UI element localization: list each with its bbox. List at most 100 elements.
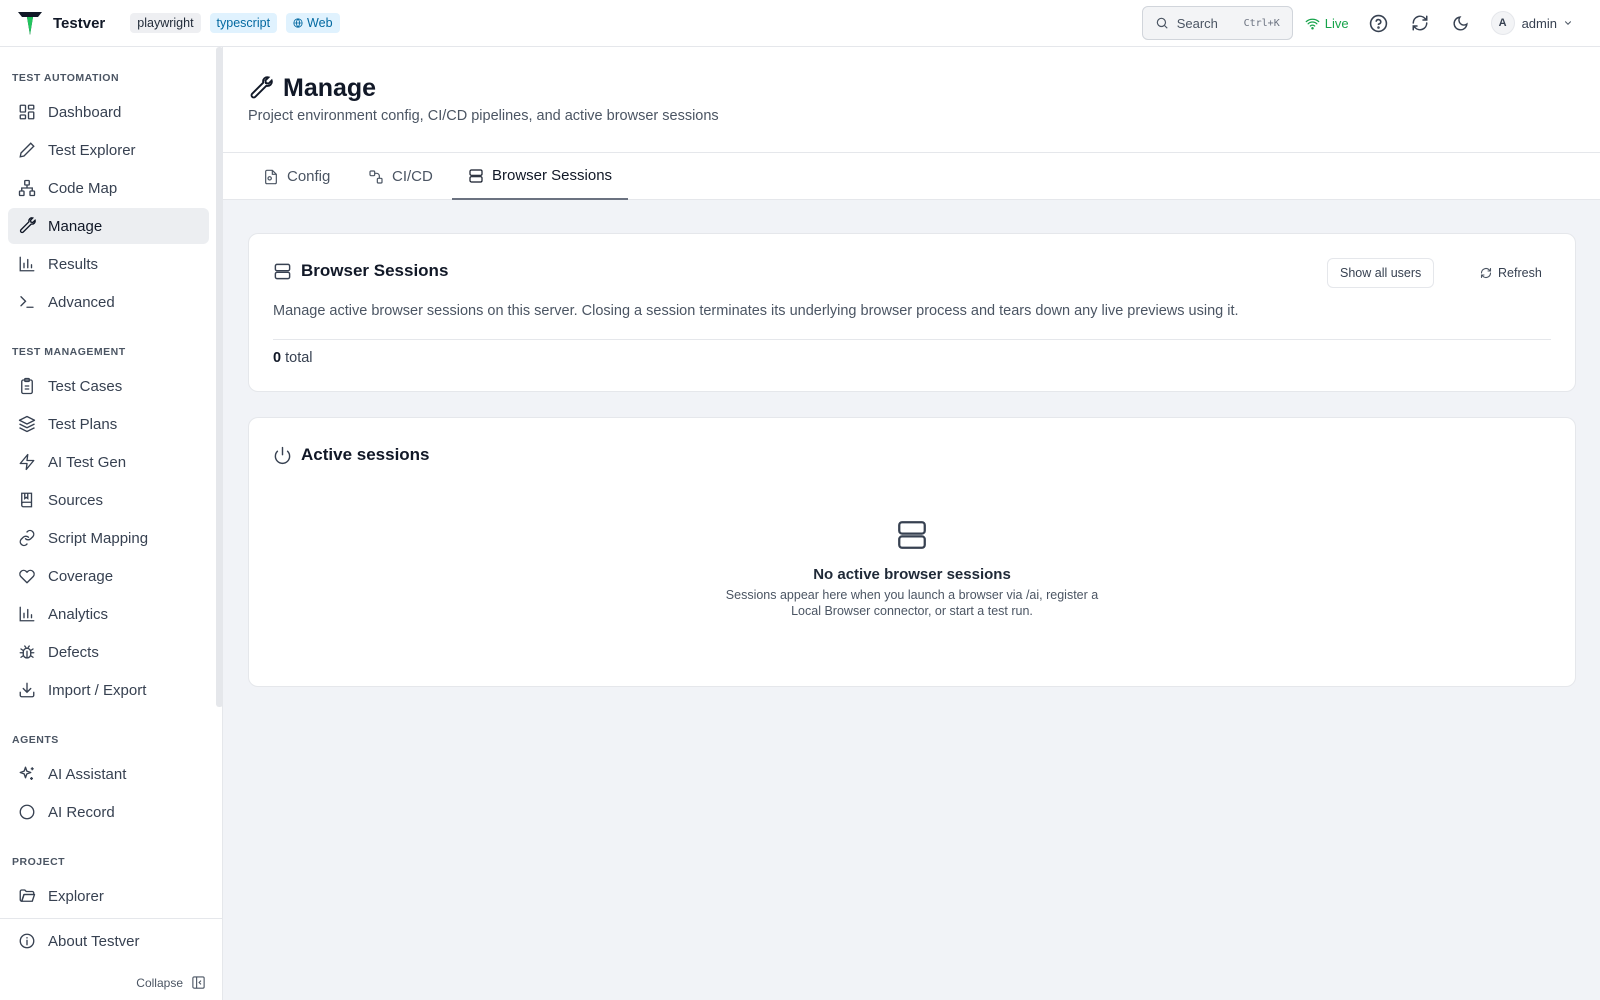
zap-icon — [18, 453, 36, 471]
search-icon — [1155, 16, 1169, 30]
project-tags: playwright typescript Web — [130, 13, 340, 33]
search-shortcut: Ctrl+K — [1243, 17, 1280, 29]
tab-browser-sessions[interactable]: Browser Sessions — [452, 153, 629, 200]
refresh-icon — [1411, 14, 1429, 32]
sidebar-item-test-cases[interactable]: Test Cases — [8, 368, 209, 404]
pen-icon — [18, 141, 36, 159]
sidebar-item-explorer[interactable]: Explorer — [8, 878, 209, 914]
empty-state: No active browser sessions Sessions appe… — [249, 518, 1575, 619]
sidebar-item-dashboard[interactable]: Dashboard — [8, 94, 209, 130]
bar-chart-icon — [18, 255, 36, 273]
tab-cicd[interactable]: CI/CD — [352, 153, 449, 200]
dashboard-icon — [18, 103, 36, 121]
sidebar-item-label: AI Assistant — [48, 765, 127, 783]
browser-sessions-card: Browser Sessions Show all users Refresh … — [248, 233, 1576, 392]
section-project: PROJECT — [12, 856, 66, 868]
tab-label: Browser Sessions — [492, 167, 613, 184]
sidebar-item-ai-test-gen[interactable]: AI Test Gen — [8, 444, 209, 480]
moon-icon — [1452, 15, 1469, 32]
sidebar-item-analytics[interactable]: Analytics — [8, 596, 209, 632]
tab-label: CI/CD — [392, 168, 433, 185]
bar-chart-icon — [18, 605, 36, 623]
help-button[interactable] — [1368, 12, 1390, 34]
sidebar-item-ai-assistant[interactable]: AI Assistant — [8, 756, 209, 792]
page-subtitle: Project environment config, CI/CD pipeli… — [248, 108, 719, 124]
wrench-icon — [248, 76, 273, 101]
download-icon — [18, 681, 36, 699]
sidebar-item-label: Import / Export — [48, 681, 147, 699]
search-label: Search — [1176, 15, 1218, 31]
refresh-icon — [1480, 267, 1492, 279]
sidebar-item-label: Explorer — [48, 887, 104, 905]
collapse-sidebar-button[interactable]: Collapse — [136, 975, 206, 990]
sidebar-item-test-plans[interactable]: Test Plans — [8, 406, 209, 442]
empty-state-title: No active browser sessions — [813, 566, 1011, 583]
tab-config[interactable]: Config — [247, 153, 346, 200]
sidebar-item-results[interactable]: Results — [8, 246, 209, 282]
sidebar-item-label: AI Test Gen — [48, 453, 127, 471]
sidebar-item-label: Results — [48, 255, 99, 273]
sidebar-item-label: Dashboard — [48, 103, 122, 121]
server-icon — [273, 262, 292, 281]
empty-state-text: Sessions appear here when you launch a b… — [725, 588, 1099, 618]
theme-toggle-button[interactable] — [1450, 12, 1472, 34]
layers-icon — [18, 415, 36, 433]
sidebar-item-manage[interactable]: Manage — [8, 208, 209, 244]
session-total-label: total — [285, 350, 313, 366]
section-test-automation: TEST AUTOMATION — [12, 72, 120, 84]
sidebar-item-label: Code Map — [48, 179, 118, 197]
sidebar-item-label: Test Cases — [48, 377, 123, 395]
sidebar-item-script-mapping[interactable]: Script Mapping — [8, 520, 209, 556]
sidebar-item-coverage[interactable]: Coverage — [8, 558, 209, 594]
sidebar-item-label: Manage — [48, 217, 103, 235]
show-all-users-button[interactable]: Show all users — [1327, 258, 1435, 288]
user-menu[interactable]: A admin — [1490, 11, 1573, 35]
wrench-icon — [18, 217, 36, 235]
sidebar-item-test-explorer[interactable]: Test Explorer — [8, 132, 209, 168]
sidebar-item-label: Script Mapping — [48, 529, 149, 547]
avatar: A — [1490, 11, 1515, 35]
sidebar: TEST AUTOMATION Dashboard Test Explorer … — [0, 47, 223, 1000]
sidebar-item-label: About Testver — [48, 932, 140, 950]
brand[interactable]: Testver — [16, 9, 105, 37]
card-description: Manage active browser sessions on this s… — [273, 303, 1239, 319]
sparkles-icon — [18, 765, 36, 783]
session-total: 0 total — [273, 350, 313, 366]
chevron-down-icon — [1563, 18, 1573, 28]
reload-button[interactable] — [1409, 12, 1431, 34]
sidebar-item-label: Sources — [48, 491, 104, 509]
sidebar-item-ai-record[interactable]: AI Record — [8, 794, 209, 830]
server-icon — [895, 518, 929, 552]
testver-logo-icon — [16, 9, 44, 37]
terminal-icon — [18, 293, 36, 311]
sidebar-item-code-map[interactable]: Code Map — [8, 170, 209, 206]
bug-icon — [18, 643, 36, 661]
live-label: Live — [1324, 15, 1349, 31]
file-icon — [263, 169, 279, 185]
sidebar-item-label: Analytics — [48, 605, 109, 623]
sidebar-item-about[interactable]: About Testver — [8, 923, 209, 959]
book-icon — [18, 491, 36, 509]
app-name: Testver — [53, 14, 106, 32]
card-divider — [273, 339, 1551, 340]
search-button[interactable]: Search Ctrl+K — [1141, 6, 1293, 40]
sidebar-item-sources[interactable]: Sources — [8, 482, 209, 518]
refresh-button[interactable]: Refresh — [1467, 258, 1555, 288]
server-icon — [468, 168, 484, 184]
live-status[interactable]: Live — [1305, 16, 1349, 31]
sidebar-item-defects[interactable]: Defects — [8, 634, 209, 670]
collapse-label: Collapse — [136, 975, 183, 990]
clipboard-icon — [18, 377, 36, 395]
tag-typescript: typescript — [209, 13, 278, 33]
sidebar-scrollbar[interactable] — [216, 47, 223, 707]
user-name: admin — [1521, 15, 1557, 31]
sidebar-item-advanced[interactable]: Advanced — [8, 284, 209, 320]
sidebar-item-label: Defects — [48, 643, 99, 661]
page-title: Manage — [283, 74, 377, 102]
help-icon — [1369, 14, 1388, 33]
info-icon — [18, 932, 36, 950]
card-title: Active sessions — [301, 445, 430, 464]
network-icon — [18, 179, 36, 197]
sidebar-item-import-export[interactable]: Import / Export — [8, 672, 209, 708]
tab-bar: Config CI/CD Browser Sessions — [223, 153, 1600, 200]
